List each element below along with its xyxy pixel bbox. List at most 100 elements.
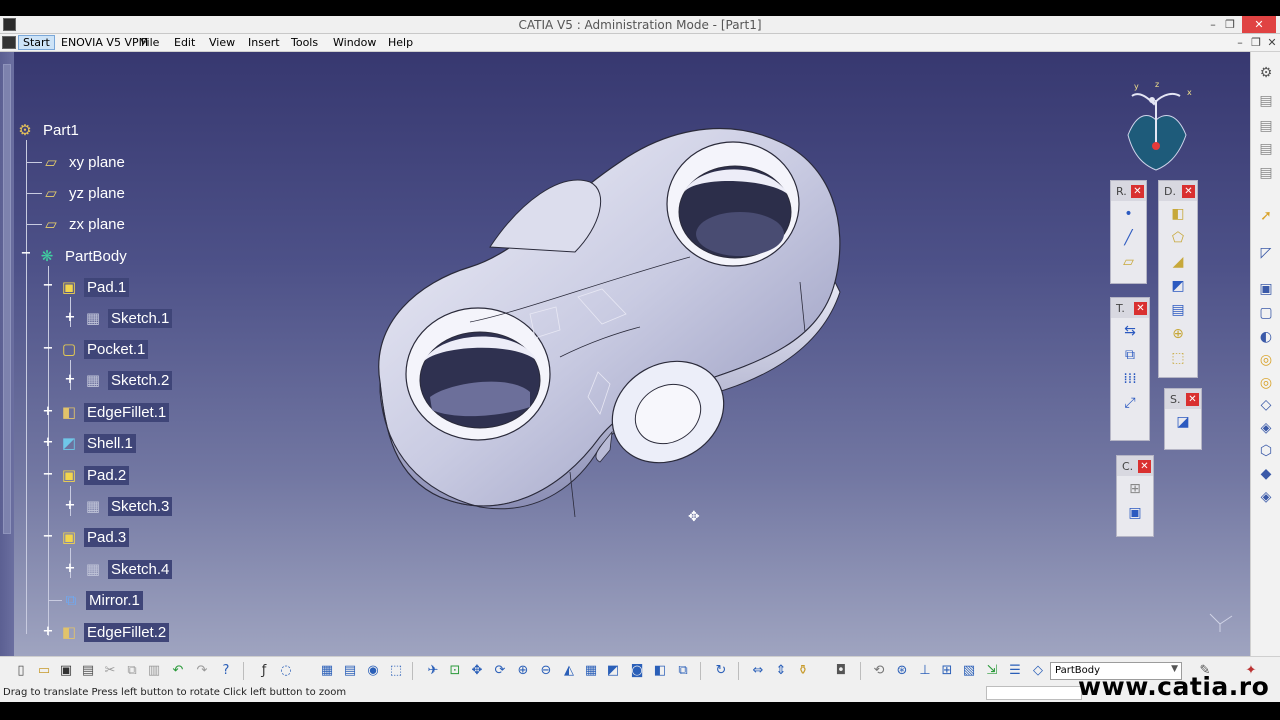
tree-scrollbar-thumb[interactable] xyxy=(3,64,11,534)
tree-node-edgefillet2[interactable]: ◧ EdgeFillet.2 xyxy=(58,620,170,644)
close-button[interactable]: ✕ xyxy=(1242,16,1276,33)
tree-node-mirror1[interactable]: ⧉ Mirror.1 xyxy=(60,588,143,612)
solid-combine-icon[interactable]: ◆ xyxy=(1257,465,1275,483)
hole-icon[interactable]: ◎ xyxy=(1257,351,1275,369)
tree-scrollbar[interactable] xyxy=(0,52,14,656)
scaling-icon[interactable]: ⤢ xyxy=(1118,392,1142,414)
tree-node-pocket1[interactable]: ▢ Pocket.1 xyxy=(58,337,149,361)
collapse-pad1-toggle[interactable]: − xyxy=(42,279,54,292)
expand-shell1-toggle[interactable]: + xyxy=(42,436,54,449)
doc-maximize-button[interactable]: ❐ xyxy=(1248,35,1264,50)
mirror-tool-icon[interactable]: ⧉ xyxy=(1118,344,1142,366)
tree-node-sketch1[interactable]: ▦ Sketch.1 xyxy=(82,306,173,330)
line-icon[interactable]: ╱ xyxy=(1117,227,1141,249)
catalog-icon[interactable]: ▤ xyxy=(341,662,359,680)
iso-view-icon[interactable]: ◩ xyxy=(604,662,622,680)
tree-node-edgefillet1[interactable]: ◧ EdgeFillet.1 xyxy=(58,400,170,424)
menu-view[interactable]: View xyxy=(209,36,235,49)
tree-node-sketch2[interactable]: ▦ Sketch.2 xyxy=(82,368,173,392)
tree-node-shell1[interactable]: ◩ Shell.1 xyxy=(58,431,136,455)
tree-node-pad3[interactable]: ▣ Pad.3 xyxy=(58,525,130,549)
part-model[interactable] xyxy=(0,52,1250,656)
close-toolbar-button[interactable]: ✕ xyxy=(1134,301,1147,315)
shaft-icon[interactable]: ◐ xyxy=(1257,328,1275,346)
refresh-icon[interactable]: ⟲ xyxy=(870,662,888,680)
remove-face-icon[interactable]: ⬚ xyxy=(1166,347,1190,369)
hide-show-icon[interactable]: ◧ xyxy=(651,662,669,680)
menu-enovia[interactable]: ENOVIA V5 VPM xyxy=(61,36,148,49)
pad-tool-icon[interactable]: ▣ xyxy=(1257,280,1275,298)
open-folder-icon[interactable]: ▭ xyxy=(35,662,53,680)
tree-node-sketch3[interactable]: ▦ Sketch.3 xyxy=(82,494,173,518)
grid-icon[interactable]: ⊞ xyxy=(938,662,956,680)
split-icon[interactable]: ◪ xyxy=(1171,411,1195,433)
pattern-icon[interactable]: ⁞⁞⁞ xyxy=(1118,368,1142,390)
expand-edgefillet1-toggle[interactable]: + xyxy=(42,405,54,418)
menu-start[interactable]: Start xyxy=(18,35,55,50)
menu-insert[interactable]: Insert xyxy=(248,36,280,49)
measure-item-icon[interactable]: ⇕ xyxy=(772,662,790,680)
compass-widget[interactable]: y z x xyxy=(1118,80,1198,174)
doc-minimize-button[interactable]: – xyxy=(1232,35,1248,50)
redo-icon[interactable]: ↷ xyxy=(193,662,211,680)
menu-tools[interactable]: Tools xyxy=(291,36,318,49)
pocket-tool-icon[interactable]: ▢ xyxy=(1257,304,1275,322)
collapse-pocket1-toggle[interactable]: − xyxy=(42,342,54,355)
undo-icon[interactable]: ↶ xyxy=(169,662,187,680)
help-icon[interactable]: ? xyxy=(217,662,235,680)
comment-icon[interactable]: ◌ xyxy=(277,662,295,680)
3d-viewport[interactable]: ✥ xyxy=(0,52,1250,656)
stiffener-icon[interactable]: ◈ xyxy=(1257,419,1275,437)
sketcher-icon[interactable]: ▤ xyxy=(1257,92,1275,110)
positioned-sketch-icon[interactable]: ▤ xyxy=(1257,140,1275,158)
rib-icon[interactable]: ◎ xyxy=(1257,374,1275,392)
maximize-button[interactable]: ❐ xyxy=(1217,16,1243,33)
print-icon[interactable]: ▤ xyxy=(79,662,97,680)
doc-close-button[interactable]: ✕ xyxy=(1264,35,1280,50)
formula-icon[interactable]: ƒ xyxy=(255,662,273,680)
draft-icon[interactable]: ◢ xyxy=(1166,251,1190,273)
fly-mode-icon[interactable]: ✈ xyxy=(424,662,442,680)
fillet-tool-icon[interactable]: ◧ xyxy=(1166,203,1190,225)
menu-edit[interactable]: Edit xyxy=(174,36,195,49)
sketch-tool-icon[interactable]: ▤ xyxy=(1257,117,1275,135)
expand-sketch4-toggle[interactable]: + xyxy=(64,562,76,575)
close-toolbar-button[interactable]: ✕ xyxy=(1138,459,1151,473)
menu-help[interactable]: Help xyxy=(388,36,413,49)
normal-view-icon[interactable]: ◭ xyxy=(560,662,578,680)
constraint-dialog-icon[interactable]: ▣ xyxy=(1123,502,1147,524)
slot-icon[interactable]: ◇ xyxy=(1257,396,1275,414)
close-toolbar-button[interactable]: ✕ xyxy=(1131,184,1144,198)
list-icon[interactable]: ☰ xyxy=(1006,662,1024,680)
save-icon[interactable]: ▣ xyxy=(57,662,75,680)
knowledge-icon[interactable]: ◉ xyxy=(364,662,382,680)
document-icon[interactable] xyxy=(2,36,16,49)
tree-node-xy-plane[interactable]: ▱ xy plane xyxy=(40,150,128,174)
point-icon[interactable]: • xyxy=(1117,203,1141,225)
measure-between-icon[interactable]: ⇔ xyxy=(749,662,767,680)
compass-tool-icon[interactable]: ⊛ xyxy=(893,662,911,680)
snap-icon[interactable]: ⇲ xyxy=(983,662,1001,680)
command-input[interactable] xyxy=(986,686,1082,700)
thickness-icon[interactable]: ▤ xyxy=(1166,299,1190,321)
collapse-partbody-toggle[interactable]: − xyxy=(20,247,32,260)
collapse-pad2-toggle[interactable]: − xyxy=(42,468,54,481)
menu-window[interactable]: Window xyxy=(333,36,376,49)
cut-icon[interactable]: ✂ xyxy=(101,662,119,680)
paste-icon[interactable]: ▥ xyxy=(145,662,163,680)
settings-gear-icon[interactable]: ⚙ xyxy=(1257,64,1275,82)
measure-icon[interactable]: ◸ xyxy=(1257,244,1275,262)
plane-tool-icon[interactable]: ▱ xyxy=(1117,251,1141,273)
fit-all-icon[interactable]: ⊡ xyxy=(446,662,464,680)
expand-sketch3-toggle[interactable]: + xyxy=(64,499,76,512)
translation-icon[interactable]: ⇆ xyxy=(1118,320,1142,342)
select-arrow-icon[interactable]: ➚ xyxy=(1257,207,1275,225)
tree-node-zx-plane[interactable]: ▱ zx plane xyxy=(40,212,128,236)
loft-icon[interactable]: ◈ xyxy=(1257,488,1275,506)
tree-node-part1[interactable]: ⚙ Part1 xyxy=(14,118,82,142)
shading-icon[interactable]: ◙ xyxy=(628,662,646,680)
table-icon[interactable]: ▦ xyxy=(318,662,336,680)
exit-workbench-icon[interactable]: ▤ xyxy=(1257,164,1275,182)
tree-node-partbody[interactable]: ❋ PartBody xyxy=(36,244,130,268)
axis-system-icon[interactable]: ⊥ xyxy=(916,662,934,680)
